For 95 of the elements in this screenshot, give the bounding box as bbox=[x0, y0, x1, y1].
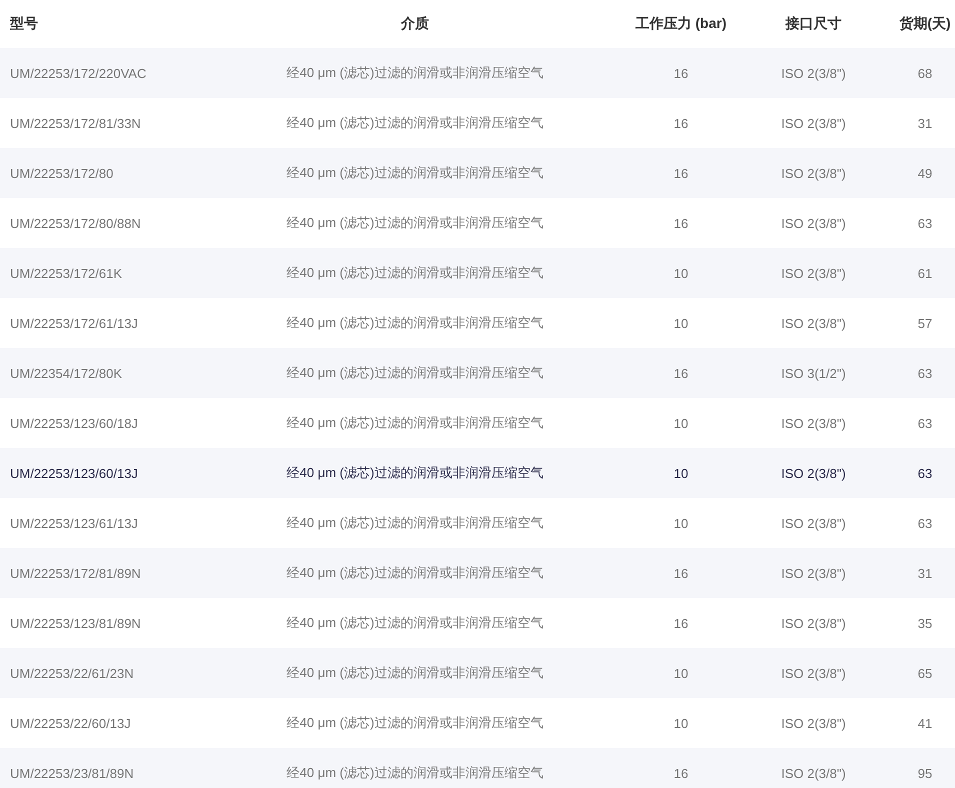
column-header: 工作压力 (bar) bbox=[634, 15, 728, 33]
table-row[interactable]: UM/22253/172/81/89N 经40 μm (滤芯)过滤的润滑或非润滑压缩空气 16 ISO 2(3/8") 31 bbox=[0, 548, 955, 598]
table-cell-text: UM/22354/172/80K bbox=[9, 366, 124, 380]
table-cell-text: 68 bbox=[916, 66, 934, 80]
table-cell-text: 65 bbox=[916, 666, 934, 680]
table-row[interactable]: UM/22253/172/80/88N 经40 μm (滤芯)过滤的润滑或非润滑压缩空气 16 ISO 2(3/8") 63 bbox=[0, 198, 955, 248]
table-cell-text: 16 bbox=[672, 566, 690, 580]
table-cell-text: 10 bbox=[672, 266, 690, 280]
table-cell-text: ISO 2(3/8") bbox=[780, 316, 847, 330]
table-row[interactable]: UM/22253/172/81/33N 经40 μm (滤芯)过滤的润滑或非润滑压缩空气 16 ISO 2(3/8") 31 bbox=[0, 98, 955, 148]
table-row[interactable]: UM/22253/23/81/89N 经40 μm (滤芯)过滤的润滑或非润滑压缩空气 16 ISO 2(3/8") 95 bbox=[0, 748, 955, 788]
table-row[interactable]: UM/22253/172/220VAC 经40 μm (滤芯)过滤的润滑或非润滑压缩空气 16 ISO 2(3/8") 68 bbox=[0, 48, 955, 98]
table-cell-text: 49 bbox=[916, 166, 934, 180]
table-cell-text: 63 bbox=[916, 516, 934, 530]
table-cell-text: UM/22253/22/61/23N bbox=[9, 666, 135, 680]
table-cell-text: UM/22253/22/60/13J bbox=[9, 716, 132, 730]
table-cell-text: ISO 2(3/8") bbox=[780, 416, 847, 430]
column-header: 货期(天) bbox=[898, 15, 952, 33]
table-cell-text: 16 bbox=[672, 616, 690, 630]
table-cell-text: 16 bbox=[672, 166, 690, 180]
table-cell-text: 经40 μm (滤芯)过滤的润滑或非润滑压缩空气 bbox=[286, 64, 544, 82]
table-cell-text: 16 bbox=[672, 216, 690, 230]
table-cell-text: ISO 2(3/8") bbox=[780, 516, 847, 530]
table-cell-text: 经40 μm (滤芯)过滤的润滑或非润滑压缩空气 bbox=[286, 264, 544, 282]
column-header: 接口尺寸 bbox=[784, 15, 842, 33]
table-row[interactable]: UM/22253/172/61/13J 经40 μm (滤芯)过滤的润滑或非润滑压缩空气 10 ISO 2(3/8") 57 bbox=[0, 298, 955, 348]
table-cell-text: 经40 μm (滤芯)过滤的润滑或非润滑压缩空气 bbox=[286, 464, 544, 482]
table-cell-text: UM/22253/172/80/88N bbox=[9, 216, 142, 230]
table-row[interactable]: UM/22253/123/60/18J 经40 μm (滤芯)过滤的润滑或非润滑压缩空气 10 ISO 2(3/8") 63 bbox=[0, 398, 955, 448]
table-cell-text: 经40 μm (滤芯)过滤的润滑或非润滑压缩空气 bbox=[286, 314, 544, 332]
table-cell-text: ISO 2(3/8") bbox=[780, 166, 847, 180]
table-cell-text: 10 bbox=[672, 466, 690, 480]
table-cell-text: UM/22253/123/60/18J bbox=[9, 416, 139, 430]
table-cell-text: 57 bbox=[916, 316, 934, 330]
table-cell-text: 16 bbox=[672, 766, 690, 780]
table-cell-text: ISO 2(3/8") bbox=[780, 566, 847, 580]
table-cell-text: UM/22253/172/61K bbox=[9, 266, 124, 280]
table-cell-text: UM/22253/123/81/89N bbox=[9, 616, 142, 630]
table-cell-text: 经40 μm (滤芯)过滤的润滑或非润滑压缩空气 bbox=[286, 414, 544, 432]
table-cell-text: 经40 μm (滤芯)过滤的润滑或非润滑压缩空气 bbox=[286, 214, 544, 232]
table-cell-text: ISO 2(3/8") bbox=[780, 66, 847, 80]
table-row[interactable]: UM/22253/22/60/13J 经40 μm (滤芯)过滤的润滑或非润滑压缩空气 10 ISO 2(3/8") 41 bbox=[0, 698, 955, 748]
table-cell-text: UM/22253/123/61/13J bbox=[9, 516, 139, 530]
table-cell-text: 10 bbox=[672, 666, 690, 680]
table-cell-text: 16 bbox=[672, 66, 690, 80]
table-cell-text: ISO 2(3/8") bbox=[780, 716, 847, 730]
table-cell-text: ISO 2(3/8") bbox=[780, 466, 847, 480]
table-cell-text: 经40 μm (滤芯)过滤的润滑或非润滑压缩空气 bbox=[286, 364, 544, 382]
table-cell-text: 95 bbox=[916, 766, 934, 780]
table-cell-text: 经40 μm (滤芯)过滤的润滑或非润滑压缩空气 bbox=[286, 714, 544, 732]
table-cell-text: 经40 μm (滤芯)过滤的润滑或非润滑压缩空气 bbox=[286, 614, 544, 632]
table-row[interactable]: UM/22354/172/80K 经40 μm (滤芯)过滤的润滑或非润滑压缩空气 16 ISO 3(1/2") 63 bbox=[0, 348, 955, 398]
table-cell-text: 63 bbox=[916, 466, 934, 480]
table-cell-text: UM/22253/172/81/89N bbox=[9, 566, 142, 580]
table-row[interactable]: UM/22253/123/81/89N 经40 μm (滤芯)过滤的润滑或非润滑压缩空气 16 ISO 2(3/8") 35 bbox=[0, 598, 955, 648]
table-row[interactable]: UM/22253/22/61/23N 经40 μm (滤芯)过滤的润滑或非润滑压缩空气 10 ISO 2(3/8") 65 bbox=[0, 648, 955, 698]
table-cell-text: 经40 μm (滤芯)过滤的润滑或非润滑压缩空气 bbox=[286, 564, 544, 582]
table-cell-text: 31 bbox=[916, 116, 934, 130]
column-header: 型号 bbox=[9, 15, 39, 33]
table-cell-text: ISO 3(1/2") bbox=[780, 366, 847, 380]
table-cell-text: 10 bbox=[672, 516, 690, 530]
column-header: 介质 bbox=[400, 15, 430, 33]
table-cell-text: UM/22253/172/81/33N bbox=[9, 116, 142, 130]
table-cell-text: 63 bbox=[916, 416, 934, 430]
table-cell-text: 41 bbox=[916, 716, 934, 730]
table-cell-text: 10 bbox=[672, 716, 690, 730]
table-cell-text: ISO 2(3/8") bbox=[780, 766, 847, 780]
table-cell-text: 63 bbox=[916, 216, 934, 230]
table-cell-text: ISO 2(3/8") bbox=[780, 266, 847, 280]
table-cell-text: ISO 2(3/8") bbox=[780, 616, 847, 630]
table-cell-text: 35 bbox=[916, 616, 934, 630]
table-cell-text: 经40 μm (滤芯)过滤的润滑或非润滑压缩空气 bbox=[286, 764, 544, 782]
table-cell-text: UM/22253/172/80 bbox=[9, 166, 114, 180]
table-cell-text: 10 bbox=[672, 316, 690, 330]
table-cell-text: ISO 2(3/8") bbox=[780, 216, 847, 230]
table-cell-text: UM/22253/172/61/13J bbox=[9, 316, 139, 330]
table-cell-text: 经40 μm (滤芯)过滤的润滑或非润滑压缩空气 bbox=[286, 664, 544, 682]
table-row[interactable]: UM/22253/172/80 经40 μm (滤芯)过滤的润滑或非润滑压缩空气 16 ISO 2(3/8") 49 bbox=[0, 148, 955, 198]
table-cell-text: 63 bbox=[916, 366, 934, 380]
table-cell-text: ISO 2(3/8") bbox=[780, 666, 847, 680]
table-cell-text: 31 bbox=[916, 566, 934, 580]
table-cell-text: 10 bbox=[672, 416, 690, 430]
table-cell-text: UM/22253/23/81/89N bbox=[9, 766, 135, 780]
table-row[interactable]: UM/22253/172/61K 经40 μm (滤芯)过滤的润滑或非润滑压缩空气 10 ISO 2(3/8") 61 bbox=[0, 248, 955, 298]
table-cell-text: UM/22253/123/60/13J bbox=[9, 466, 139, 480]
table-cell-text: 经40 μm (滤芯)过滤的润滑或非润滑压缩空气 bbox=[286, 164, 544, 182]
table-cell-text: 经40 μm (滤芯)过滤的润滑或非润滑压缩空气 bbox=[286, 114, 544, 132]
table-cell-text: 61 bbox=[916, 266, 934, 280]
table-cell-text: 16 bbox=[672, 116, 690, 130]
table-cell-text: ISO 2(3/8") bbox=[780, 116, 847, 130]
table-cell-text: 经40 μm (滤芯)过滤的润滑或非润滑压缩空气 bbox=[286, 514, 544, 532]
table-cell-text: UM/22253/172/220VAC bbox=[9, 66, 148, 80]
table-cell-text: 16 bbox=[672, 366, 690, 380]
table-row[interactable]: UM/22253/123/60/13J 经40 μm (滤芯)过滤的润滑或非润滑压缩空气 10 ISO 2(3/8") 63 bbox=[0, 448, 955, 498]
table-row[interactable]: UM/22253/123/61/13J 经40 μm (滤芯)过滤的润滑或非润滑压缩空气 10 ISO 2(3/8") 63 bbox=[0, 498, 955, 548]
